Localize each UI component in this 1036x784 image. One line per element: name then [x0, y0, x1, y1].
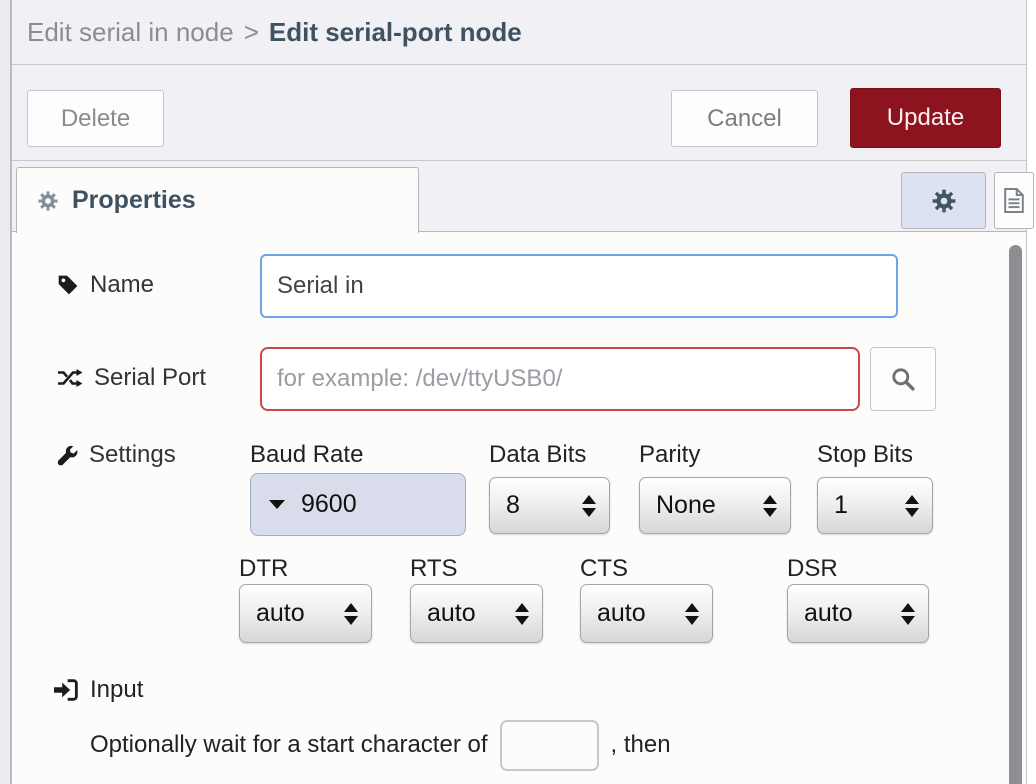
spinner-icon — [515, 603, 529, 625]
name-label-text: Name — [90, 271, 154, 299]
spinner-icon — [685, 603, 699, 625]
search-button[interactable] — [870, 347, 936, 411]
caret-down-icon — [269, 500, 285, 509]
settings-label: Settings — [57, 441, 176, 469]
baud-rate-value: 9600 — [301, 490, 357, 519]
parity-select[interactable]: None — [639, 477, 791, 534]
dtr-select[interactable]: auto — [239, 584, 372, 643]
delete-button[interactable]: Delete — [27, 90, 164, 147]
tag-icon — [57, 274, 79, 296]
document-icon — [1003, 187, 1025, 214]
dialog-button-bar: Delete Cancel Update — [12, 65, 1026, 161]
cts-select[interactable]: auto — [580, 584, 713, 643]
breadcrumb-separator: > — [244, 17, 259, 48]
baud-rate-select[interactable]: 9600 — [250, 473, 466, 536]
gear-icon — [931, 188, 957, 214]
input-label: Input — [90, 676, 143, 704]
wrench-icon — [57, 445, 78, 466]
spinner-icon — [901, 603, 915, 625]
rts-label: RTS — [410, 555, 458, 583]
gear-icon — [37, 190, 59, 212]
stop-bits-select[interactable]: 1 — [817, 477, 933, 534]
serial-port-label-text: Serial Port — [94, 364, 206, 392]
start-character-row: Optionally wait for a start character of… — [90, 714, 671, 776]
cts-label: CTS — [580, 555, 628, 583]
name-input[interactable] — [260, 254, 898, 318]
dsr-label: DSR — [787, 555, 838, 583]
edit-dialog: Edit serial in node > Edit serial-port n… — [10, 0, 1027, 784]
serial-port-label: Serial Port — [57, 364, 206, 392]
data-bits-value: 8 — [506, 491, 520, 520]
data-bits-label: Data Bits — [489, 441, 586, 469]
wait-text-before: Optionally wait for a start character of — [90, 731, 488, 759]
dsr-value: auto — [804, 599, 853, 628]
tab-properties-label: Properties — [72, 186, 196, 215]
shuffle-icon — [57, 368, 83, 388]
breadcrumb-parent[interactable]: Edit serial in node — [27, 17, 234, 48]
dtr-label: DTR — [239, 555, 288, 583]
sign-in-icon — [54, 679, 78, 701]
tab-properties[interactable]: Properties — [16, 167, 419, 233]
wait-text-after: , then — [611, 731, 671, 759]
input-section-heading: Input — [54, 676, 143, 704]
rts-value: auto — [427, 599, 476, 628]
description-toggle-button[interactable] — [994, 172, 1034, 229]
spinner-icon — [905, 495, 919, 517]
workspace-edge — [0, 0, 10, 784]
cancel-button[interactable]: Cancel — [671, 90, 818, 147]
baud-rate-label: Baud Rate — [250, 441, 363, 469]
data-bits-select[interactable]: 8 — [489, 477, 610, 534]
update-button[interactable]: Update — [850, 88, 1001, 148]
spinner-icon — [582, 495, 596, 517]
serial-port-input[interactable] — [260, 347, 860, 411]
breadcrumb-current: Edit serial-port node — [269, 17, 522, 48]
dtr-value: auto — [256, 599, 305, 628]
vertical-scrollbar[interactable] — [1009, 245, 1022, 784]
dsr-select[interactable]: auto — [787, 584, 929, 643]
parity-label: Parity — [639, 441, 700, 469]
parity-value: None — [656, 491, 716, 520]
name-label: Name — [57, 271, 154, 299]
rts-select[interactable]: auto — [410, 584, 543, 643]
spinner-icon — [763, 495, 777, 517]
cts-value: auto — [597, 599, 646, 628]
dialog-header: Edit serial in node > Edit serial-port n… — [12, 0, 1026, 65]
stop-bits-value: 1 — [834, 491, 848, 520]
stop-bits-label: Stop Bits — [817, 441, 913, 469]
settings-label-text: Settings — [89, 441, 176, 469]
spinner-icon — [344, 603, 358, 625]
start-char-input[interactable] — [500, 720, 599, 771]
properties-toggle-button[interactable] — [901, 172, 986, 229]
magnifier-icon — [890, 366, 916, 392]
